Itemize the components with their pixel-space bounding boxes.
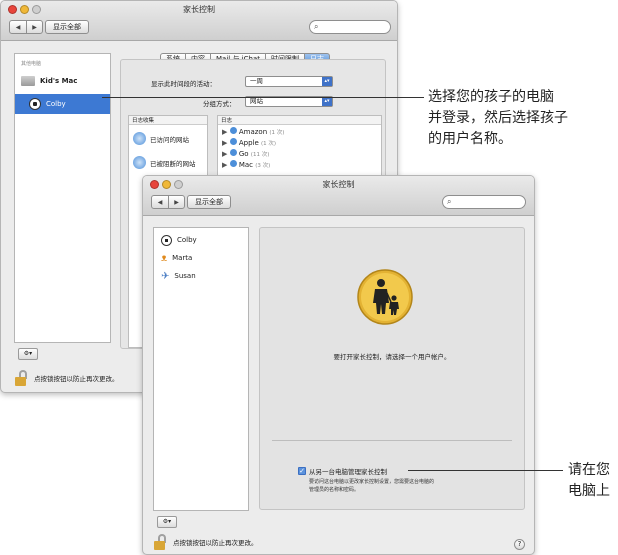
log-count: (3 次)	[255, 163, 271, 169]
airplane-icon: ✈	[161, 270, 170, 282]
front-sidebar: Colby ᴥ Marta ✈ Susan	[153, 227, 249, 511]
gear-action-button[interactable]: ⚙▾	[18, 348, 38, 360]
soccer-ball-icon	[161, 234, 172, 246]
globe-icon	[229, 127, 237, 134]
forward-arrow-icon[interactable]: ▶	[26, 21, 42, 33]
log-collection-visited[interactable]: 已访问的网站	[133, 132, 189, 145]
remote-manage-checkbox[interactable]: ✓	[298, 467, 306, 475]
back-arrow-icon[interactable]: ◀	[152, 196, 168, 208]
lock-icon[interactable]	[153, 534, 167, 550]
search-icon: ⌕	[314, 22, 319, 31]
user-label: Susan	[174, 272, 196, 280]
description-line: 管理员的名称和密码。	[309, 487, 360, 493]
log-collection-blocked[interactable]: 已被阻断的网站	[133, 156, 196, 169]
sidebar-item-label: Colby	[46, 100, 66, 108]
soccer-ball-icon	[29, 98, 41, 110]
sidebar-item-colby[interactable]: Colby	[15, 94, 110, 114]
logs-header: 日志	[218, 116, 381, 125]
callout-line: 请在您	[568, 462, 610, 478]
gear-action-button[interactable]: ⚙▾	[157, 516, 177, 528]
log-collections-header: 日志收集	[129, 116, 207, 125]
sidebar-item-colby[interactable]: Colby	[154, 232, 248, 248]
user-label: Colby	[177, 236, 197, 244]
nav-buttons: ◀ ▶	[151, 195, 185, 209]
log-row[interactable]: ▶ Apple (1 次)	[222, 138, 284, 149]
callout-top: 选择您的孩子的电脑 并登录，然后选择孩子 的用户名称。	[428, 87, 568, 150]
callout-leader-top	[102, 97, 424, 98]
globe-icon	[229, 149, 237, 156]
help-button[interactable]: ?	[514, 539, 525, 550]
back-titlebar: 家长控制 ◀ ▶ 显示全部 ⌕	[1, 1, 397, 41]
main-panel: 要打开家长控制，请选择一个用户帐户。 ✓ 从另一台电脑管理家长控制 要访问这台电…	[259, 227, 525, 510]
show-all-button[interactable]: 显示全部	[187, 195, 231, 209]
divider	[272, 440, 512, 441]
search-icon: ⌕	[447, 197, 452, 206]
callout-line: 电脑上	[568, 483, 610, 499]
callout-bottom: 请在您 电脑上	[568, 460, 618, 502]
sidebar-item-kids-mac[interactable]: Kid's Mac	[15, 72, 110, 90]
show-activity-popup[interactable]: 一周 ▴▾	[245, 76, 333, 87]
log-collection-label: 已访问的网站	[150, 135, 189, 144]
butterfly-icon: ᴥ	[161, 252, 168, 264]
lock-text: 点按锁按钮以防止再次更改。	[173, 539, 258, 547]
description-line: 要访问这台电脑以更改家长控制设置，您需要这台电脑的	[309, 479, 435, 485]
show-all-button[interactable]: 显示全部	[45, 20, 89, 34]
select-user-message: 要打开家长控制，请选择一个用户帐户。	[333, 353, 451, 361]
log-name: Go	[238, 150, 249, 158]
callout-line: 的用户名称。	[428, 131, 512, 147]
sidebar-item-susan[interactable]: ✈ Susan	[154, 268, 248, 284]
lock-text: 点按锁按钮以防止再次更改。	[34, 375, 119, 383]
user-label: Marta	[172, 254, 193, 262]
globe-icon	[133, 156, 146, 169]
log-row[interactable]: ▶ Mac (3 次)	[222, 160, 284, 171]
show-activity-label: 显示此时间段的活动：	[151, 80, 216, 88]
remote-manage-description: 要访问这台电脑以更改家长控制设置，您需要这台电脑的 管理员的名称和密码。	[309, 478, 434, 494]
sidebar-header: 其他电脑	[21, 61, 42, 67]
forward-arrow-icon[interactable]: ▶	[168, 196, 184, 208]
search-field[interactable]: ⌕	[442, 195, 526, 209]
computer-icon	[21, 76, 35, 86]
log-name: Amazon	[238, 128, 268, 136]
log-collection-label: 已被阻断的网站	[150, 159, 196, 168]
log-count: (1 次)	[261, 141, 277, 147]
callout-line: 并登录，然后选择孩子	[428, 110, 568, 126]
back-sidebar: 其他电脑 Kid's Mac Colby	[14, 53, 111, 343]
front-titlebar: 家长控制 ◀ ▶ 显示全部 ⌕	[143, 176, 534, 216]
parental-controls-icon	[357, 269, 413, 325]
log-row[interactable]: ▶ Go (11 次)	[222, 149, 284, 160]
globe-icon	[229, 160, 237, 167]
popup-arrows-icon: ▴▾	[322, 97, 332, 106]
log-count: (11 次)	[250, 152, 270, 158]
log-name: Mac	[238, 161, 254, 169]
lock-icon[interactable]	[14, 370, 28, 386]
front-lock-row: 点按锁按钮以防止再次更改。	[153, 534, 258, 550]
back-arrow-icon[interactable]: ◀	[10, 21, 26, 33]
remote-manage-label: 从另一台电脑管理家长控制	[309, 468, 387, 476]
search-field[interactable]: ⌕	[309, 20, 391, 34]
group-by-value: 网站	[250, 97, 263, 105]
callout-line: 选择您的孩子的电脑	[428, 89, 554, 105]
window-title: 家长控制	[183, 5, 215, 14]
window-title: 家长控制	[322, 180, 355, 189]
log-row[interactable]: ▶ Amazon (1 次)	[222, 127, 284, 138]
globe-icon	[229, 138, 237, 145]
nav-buttons: ◀ ▶	[9, 20, 43, 34]
callout-leader-bottom	[408, 470, 563, 471]
remote-manage-row: ✓ 从另一台电脑管理家长控制	[298, 466, 387, 476]
show-activity-value: 一周	[250, 77, 263, 85]
log-name: Apple	[238, 139, 259, 147]
popup-arrows-icon: ▴▾	[322, 77, 332, 86]
back-lock-row: 点按锁按钮以防止再次更改。	[14, 370, 119, 386]
sidebar-item-label: Kid's Mac	[40, 77, 78, 85]
globe-icon	[133, 132, 146, 145]
front-window: 家长控制 ◀ ▶ 显示全部 ⌕ Colby ᴥ Marta ✈ Susan ⚙▾	[142, 175, 535, 555]
log-count: (1 次)	[269, 130, 285, 136]
logs-entries: ▶ Amazon (1 次) ▶ Apple (1 次) ▶ Go (11 次)…	[222, 127, 284, 171]
group-by-label: 分组方式：	[203, 100, 236, 108]
sidebar-item-marta[interactable]: ᴥ Marta	[154, 250, 248, 266]
